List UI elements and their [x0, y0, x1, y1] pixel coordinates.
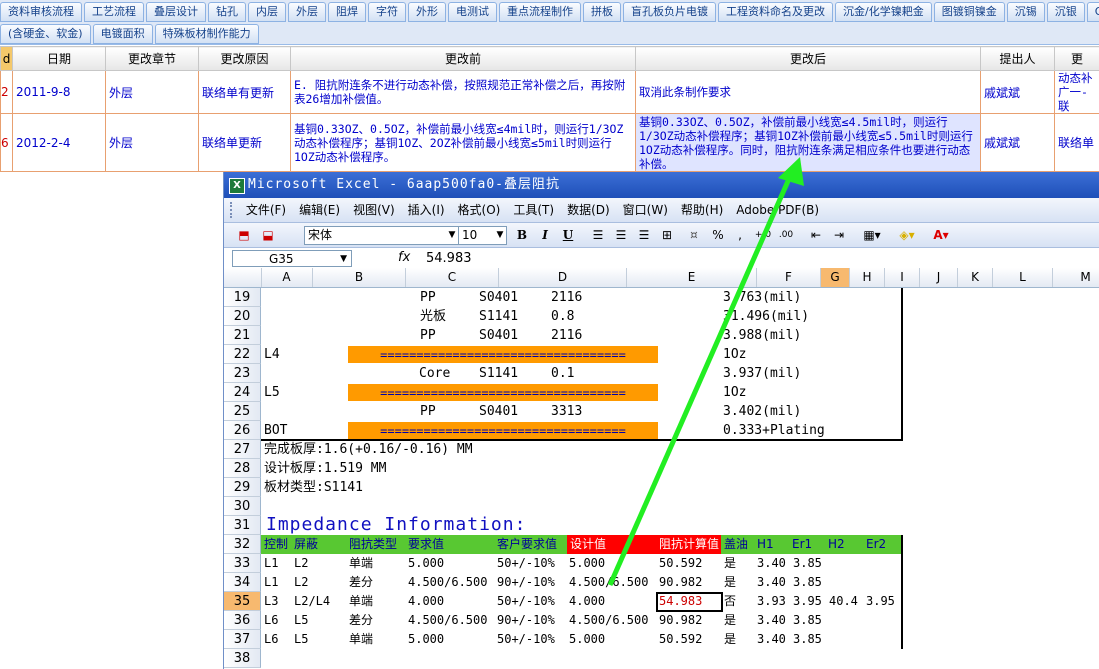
arrow-line: [607, 170, 795, 587]
annotation-arrow: [607, 157, 804, 587]
arrow-head: [778, 157, 804, 186]
